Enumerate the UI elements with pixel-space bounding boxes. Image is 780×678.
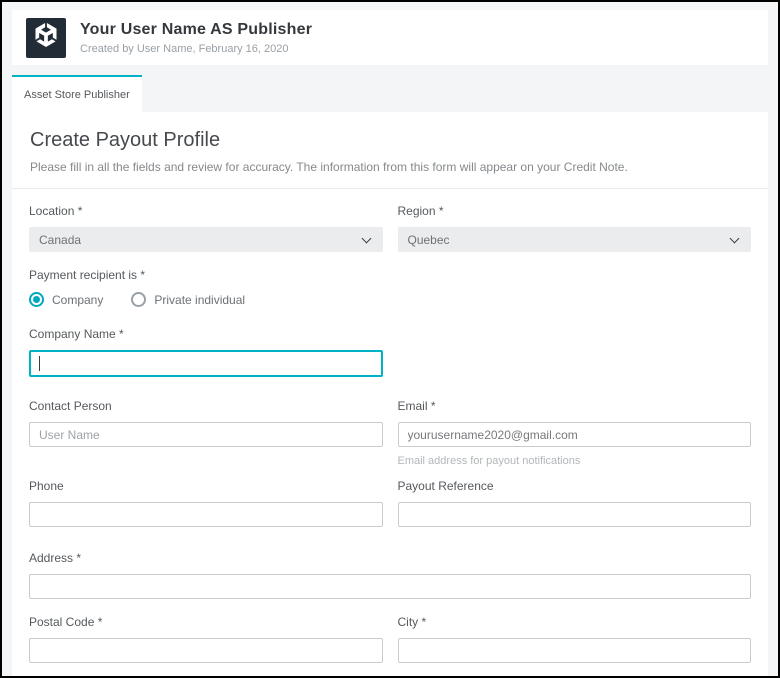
content-head: Create Payout Profile Please fill in all…	[12, 112, 768, 188]
chevron-down-icon	[730, 234, 740, 244]
contact-person-label: Contact Person	[29, 399, 383, 413]
radio-company-label: Company	[52, 293, 103, 307]
email-label: Email *	[398, 399, 752, 413]
location-select[interactable]: Canada	[29, 227, 383, 252]
contact-person-input[interactable]	[29, 422, 383, 447]
phone-label: Phone	[29, 479, 383, 493]
radio-icon	[131, 292, 146, 307]
payout-profile-card: Create Payout Profile Please fill in all…	[12, 112, 768, 678]
company-name-input[interactable]	[29, 350, 383, 377]
row-phone-reference: Phone Payout Reference	[29, 479, 751, 527]
location-value: Canada	[39, 233, 81, 247]
city-input[interactable]	[398, 638, 752, 663]
payout-form: Location * Canada Region * Quebec Payme	[12, 189, 768, 663]
location-label: Location *	[29, 204, 383, 218]
publisher-subtitle: Created by User Name, February 16, 2020	[80, 43, 312, 55]
radio-private-individual[interactable]: Private individual	[131, 292, 245, 307]
publisher-title: Your User Name AS Publisher	[80, 21, 312, 39]
tab-label: Asset Store Publisher	[24, 89, 130, 101]
unity-logo	[26, 18, 66, 58]
region-label: Region *	[398, 204, 752, 218]
text-cursor	[39, 356, 40, 371]
email-input[interactable]	[398, 422, 752, 447]
unity-icon	[34, 23, 58, 52]
company-name-label: Company Name *	[29, 327, 383, 341]
app-window: Your User Name AS Publisher Created by U…	[0, 0, 780, 678]
chevron-down-icon	[361, 234, 371, 244]
address-input[interactable]	[29, 574, 751, 599]
page-title: Create Payout Profile	[30, 129, 750, 152]
payout-reference-input[interactable]	[398, 502, 752, 527]
row-postal-city: Postal Code * City *	[29, 615, 751, 663]
radio-company[interactable]: Company	[29, 292, 103, 307]
row-company-name: Company Name *	[29, 327, 751, 377]
email-hint: Email address for payout notifications	[398, 455, 752, 467]
postal-code-input[interactable]	[29, 638, 383, 663]
postal-code-label: Postal Code *	[29, 615, 383, 629]
phone-input[interactable]	[29, 502, 383, 527]
region-value: Quebec	[408, 233, 450, 247]
radio-icon	[29, 292, 44, 307]
recipient-radio-group: Company Private individual	[29, 291, 751, 307]
address-label: Address *	[29, 551, 751, 565]
tab-strip: Asset Store Publisher	[12, 75, 768, 112]
radio-private-individual-label: Private individual	[154, 293, 245, 307]
publisher-header: Your User Name AS Publisher Created by U…	[12, 10, 768, 65]
city-label: City *	[398, 615, 752, 629]
row-location-region: Location * Canada Region * Quebec	[29, 204, 751, 252]
header-text: Your User Name AS Publisher Created by U…	[80, 21, 312, 55]
recipient-label: Payment recipient is *	[29, 268, 751, 282]
row-address: Address *	[29, 551, 751, 599]
page-subtitle: Please fill in all the fields and review…	[30, 160, 750, 174]
payout-reference-label: Payout Reference	[398, 479, 752, 493]
row-recipient: Payment recipient is * Company Private i…	[29, 268, 751, 307]
tab-asset-store-publisher[interactable]: Asset Store Publisher	[12, 75, 142, 112]
region-select[interactable]: Quebec	[398, 227, 752, 252]
row-contact-email: Contact Person Email * Email address for…	[29, 399, 751, 467]
